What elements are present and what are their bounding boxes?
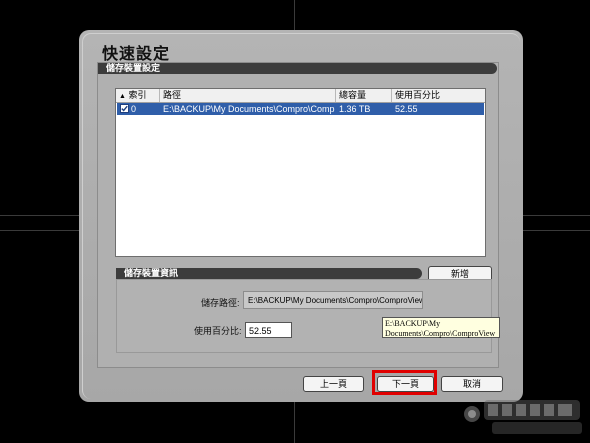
path-field: E:\BACKUP\My Documents\Compro\ComproView (243, 291, 423, 309)
storage-device-list[interactable]: ▲ 索引 路徑 總容量 使用百分比 0 E:\BACKUP\My Documen… (115, 88, 486, 257)
row-capacity: 1.36 TB (339, 104, 371, 114)
cancel-button[interactable]: 取消 (441, 376, 503, 392)
usage-label: 使用百分比: (194, 326, 242, 336)
column-header-capacity[interactable]: 總容量 (336, 89, 392, 102)
usage-percent-input[interactable]: 52.55 (245, 322, 292, 338)
previous-page-button[interactable]: 上一頁 (303, 376, 364, 392)
column-header-path[interactable]: 路徑 (160, 89, 336, 102)
tooltip-line-2: Documents\Compro\ComproView (385, 329, 496, 338)
background-line-left-h2 (0, 230, 79, 231)
row-checkbox[interactable] (120, 104, 129, 113)
list-header: ▲ 索引 路徑 總容量 使用百分比 (116, 89, 485, 103)
path-label: 儲存路徑: (201, 298, 240, 308)
tooltip-line-1: E:\BACKUP\My (385, 319, 441, 328)
check-icon (121, 105, 128, 112)
column-header-index[interactable]: ▲ 索引 (116, 89, 160, 102)
column-header-usage[interactable]: 使用百分比 (392, 89, 484, 102)
sort-ascending-icon: ▲ (119, 93, 126, 100)
row-path: E:\BACKUP\My Documents\Compro\ComproVi..… (163, 104, 335, 114)
storage-info-header: 儲存裝置資訊 (116, 268, 422, 279)
background-line-bottom-v (294, 402, 295, 443)
site-watermark-logo (462, 392, 588, 440)
list-item[interactable]: 0 E:\BACKUP\My Documents\Compro\ComproVi… (117, 103, 484, 115)
row-index: 0 (131, 104, 137, 114)
background-line-right-h2 (523, 230, 590, 231)
dialog-title: 快速設定 (102, 46, 171, 63)
storage-settings-header: 儲存裝置設定 (98, 63, 497, 74)
background-line-left-h (0, 215, 79, 216)
background-line-right-h (523, 215, 590, 216)
next-page-button[interactable]: 下一頁 (377, 376, 434, 392)
path-tooltip: E:\BACKUP\My Documents\Compro\ComproView (382, 317, 500, 338)
row-usage: 52.55 (395, 104, 418, 114)
background-line-top-v (294, 0, 295, 30)
